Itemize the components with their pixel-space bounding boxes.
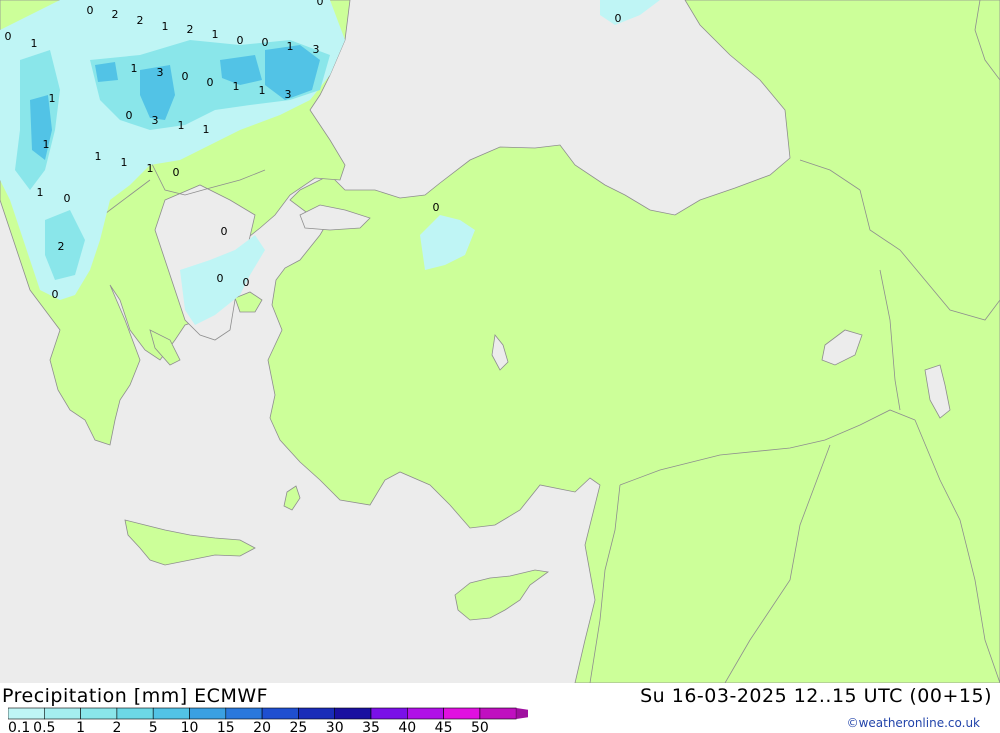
precip-label: 1 (37, 186, 44, 199)
precip-label: 3 (285, 88, 292, 101)
precip-label: 0 (237, 34, 244, 47)
precip-label: 2 (58, 240, 65, 253)
precip-label: 3 (157, 66, 164, 79)
precip-label: 1 (49, 92, 56, 105)
precip-label: 0 (126, 109, 133, 122)
scale-tick-label: 35 (362, 720, 380, 733)
precip-label: 1 (131, 62, 138, 75)
precip-label: 2 (187, 23, 194, 36)
map-footer: Precipitation [mm] ECMWF Su 16-03-2025 1… (0, 683, 1000, 733)
precip-color-scale: 0.1 0.5 1 2 5 10 15 20 25 30 35 40 45 50 (8, 707, 528, 733)
scale-swatch (298, 707, 335, 720)
scale-tick-label: 20 (253, 720, 271, 733)
precip-label: 1 (203, 123, 210, 136)
precip-label: 1 (121, 156, 128, 169)
precip-label: 2 (137, 14, 144, 27)
precip-label: 0 (433, 201, 440, 214)
scale-tick-label: 5 (149, 720, 158, 733)
scale-arrow (516, 708, 528, 719)
scale-tick-label: 30 (326, 720, 344, 733)
scale-tick-label: 50 (471, 720, 489, 733)
scale-swatch (80, 707, 118, 720)
precip-label: 0 (221, 225, 228, 238)
precip-label: 1 (287, 40, 294, 53)
precip-label: 0 (615, 12, 622, 25)
scale-swatch (116, 707, 154, 720)
precip-label: 0 (217, 272, 224, 285)
precip-label: 1 (31, 37, 38, 50)
precip-label: 1 (178, 119, 185, 132)
map-title: Precipitation [mm] ECMWF (2, 685, 269, 707)
precip-label: 0 (182, 70, 189, 83)
precip-label: 2 (112, 8, 119, 21)
precipitation-map: 0 2 2 1 2 1 0 0 1 3 0 0 1 3 0 0 1 1 3 1 … (0, 0, 1000, 683)
precip-label: 0 (262, 36, 269, 49)
scale-tick-label: 25 (289, 720, 307, 733)
scale-tick-label: 10 (181, 720, 199, 733)
scale-swatch (43, 707, 81, 720)
scale-tick-label: 1 (76, 720, 85, 733)
precip-label: 0 (173, 166, 180, 179)
precip-label: 3 (152, 114, 159, 127)
precip-label: 0 (207, 76, 214, 89)
scale-tick-label: 45 (435, 720, 453, 733)
scale-swatch (406, 707, 444, 720)
precip-label: 1 (95, 150, 102, 163)
scale-tick-label: 0.5 (33, 720, 55, 733)
scale-swatch (261, 707, 299, 720)
scale-swatch (334, 707, 372, 720)
precip-label: 1 (233, 80, 240, 93)
scale-swatch (189, 707, 227, 720)
precip-label: 1 (162, 20, 169, 33)
scale-swatch (152, 707, 190, 720)
precip-label: 1 (259, 84, 266, 97)
scale-swatch (479, 707, 517, 720)
precip-label: 1 (147, 162, 154, 175)
precip-label: 0 (87, 4, 94, 17)
precip-label: 1 (43, 138, 50, 151)
precip-label: 0 (52, 288, 59, 301)
scale-tick-label: 2 (112, 720, 121, 733)
precip-label: 0 (5, 30, 12, 43)
scale-swatch (225, 707, 263, 720)
scale-tick-label: 0.1 (8, 720, 30, 733)
precip-label: 1 (212, 28, 219, 41)
forecast-datetime: Su 16-03-2025 12..15 UTC (00+15) (640, 685, 992, 707)
scale-tick-label: 15 (217, 720, 235, 733)
precip-label: 0 (64, 192, 71, 205)
scale-tick-label: 40 (398, 720, 416, 733)
precip-label: 3 (313, 43, 320, 56)
credit-link[interactable]: ©weatheronline.co.uk (847, 716, 980, 730)
precip-label: 0 (243, 276, 250, 289)
scale-swatch (443, 707, 481, 720)
scale-swatch (370, 707, 408, 720)
precip-label: 0 (317, 0, 324, 8)
scale-swatch (8, 707, 45, 720)
